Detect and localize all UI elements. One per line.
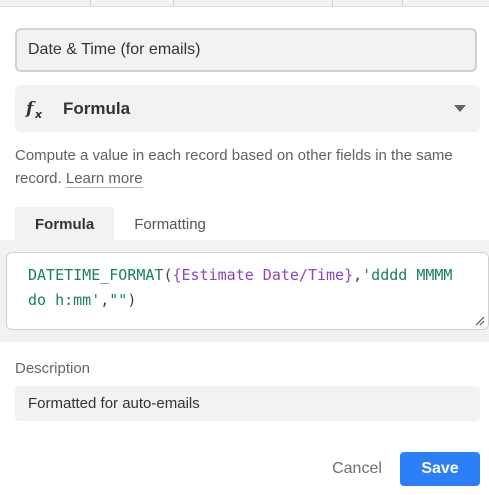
- formula-fx-icon: f x: [25, 99, 43, 121]
- field-type-select[interactable]: f x Formula: [15, 85, 480, 132]
- formula-editor[interactable]: DATETIME_FORMAT({Estimate Date/Time},'dd…: [6, 252, 489, 330]
- formula-panel: DATETIME_FORMAT({Estimate Date/Time},'dd…: [0, 240, 489, 342]
- field-name-input[interactable]: [15, 28, 477, 72]
- formula-function: DATETIME_FORMAT: [28, 266, 164, 284]
- field-type-description: Compute a value in each record based on …: [15, 144, 465, 190]
- divider: [90, 0, 91, 6]
- formula-paren-open: (: [163, 266, 173, 284]
- formula-tabs: Formula Formatting: [15, 207, 226, 240]
- tab-formula[interactable]: Formula: [15, 207, 115, 240]
- save-button[interactable]: Save: [400, 452, 480, 486]
- description-label: Description: [15, 360, 91, 377]
- field-type-label: Formula: [63, 98, 131, 118]
- formula-comma: ,: [353, 266, 363, 284]
- top-strip: [0, 0, 489, 7]
- chevron-down-icon: [454, 105, 466, 112]
- divider: [332, 0, 333, 6]
- learn-more-link[interactable]: Learn more: [65, 170, 143, 188]
- formula-comma: ,: [100, 291, 110, 309]
- divider: [402, 0, 403, 6]
- cancel-button[interactable]: Cancel: [322, 452, 392, 486]
- divider: [173, 0, 174, 6]
- description-input[interactable]: [15, 386, 480, 421]
- formula-paren-close: ): [127, 291, 137, 309]
- tab-formatting[interactable]: Formatting: [114, 207, 226, 240]
- formula-field-reference: {Estimate Date/Time}: [172, 266, 354, 284]
- svg-text:x: x: [34, 108, 43, 121]
- formula-timezone-string: "": [109, 291, 128, 309]
- resize-handle-icon[interactable]: [475, 316, 485, 326]
